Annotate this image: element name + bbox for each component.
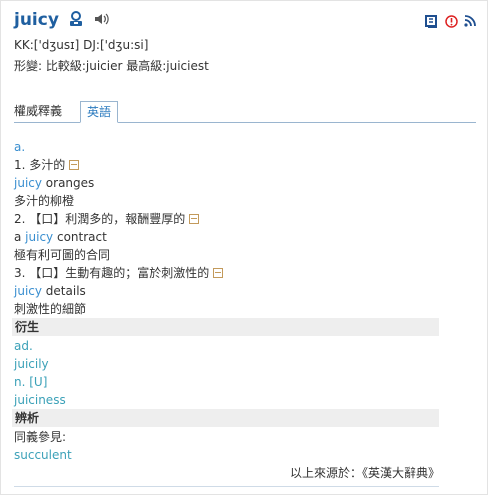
- example-1: juicy oranges: [14, 175, 94, 191]
- definition-2: 2. 【口】利潤多的，報酬豐厚的: [14, 211, 200, 227]
- derivative-pos: n. [U]: [14, 375, 48, 389]
- translation-2: 極有利可圖的合同: [14, 248, 111, 262]
- derivative-word[interactable]: juicily: [14, 356, 49, 372]
- tab-authoritative[interactable]: 權威釋義: [14, 101, 68, 121]
- collapse-icon[interactable]: [69, 159, 80, 170]
- analysis-header: 辨析: [12, 409, 439, 427]
- synonym-label: 同義參見:: [14, 430, 67, 444]
- collapse-icon[interactable]: [213, 267, 224, 278]
- derivative-pos: ad.: [14, 339, 33, 353]
- entry-header: juicy: [14, 10, 109, 30]
- collapse-icon[interactable]: [189, 213, 200, 224]
- person-icon[interactable]: [69, 10, 83, 30]
- headword: juicy: [14, 10, 59, 30]
- example-text: details: [41, 284, 86, 298]
- rss-icon[interactable]: [464, 15, 476, 30]
- definition-1: 1. 多汁的: [14, 157, 80, 173]
- translation-1: 多汁的柳橙: [14, 194, 75, 208]
- synonym-link[interactable]: succulent: [14, 447, 72, 463]
- definition-text: 3. 【口】生動有趣的；富於刺激性的: [14, 266, 210, 280]
- derivatives-header: 衍生: [12, 318, 439, 336]
- speaker-icon[interactable]: [93, 12, 109, 29]
- example-text: oranges: [41, 176, 95, 190]
- wordbook-icon[interactable]: [425, 14, 439, 31]
- derivative-word[interactable]: juiciness: [14, 392, 66, 408]
- toolbar: [425, 14, 476, 31]
- alert-icon[interactable]: [445, 14, 458, 31]
- definition-text: 2. 【口】利潤多的，報酬豐厚的: [14, 212, 186, 226]
- example-keyword[interactable]: juicy: [14, 284, 42, 298]
- source-note: 以上來源於：《英漢大辭典》: [289, 466, 440, 480]
- example-keyword[interactable]: juicy: [14, 176, 42, 190]
- tab-bar: 權威釋義 英語: [14, 100, 476, 123]
- definition-3: 3. 【口】生動有趣的；富於刺激性的: [14, 265, 224, 281]
- example-prefix: a: [14, 230, 26, 244]
- pronunciation: KK:['dʒusɪ] DJ:['dʒu:si]: [14, 38, 149, 52]
- example-2: a juicy contract: [14, 229, 107, 245]
- example-text: contract: [53, 230, 107, 244]
- word-forms: 形變: 比較級:juicier 最高級:juiciest: [14, 59, 209, 73]
- example-keyword[interactable]: juicy: [25, 230, 53, 244]
- translation-3: 刺激性的細節: [14, 302, 87, 316]
- divider: [14, 486, 439, 487]
- part-of-speech: a.: [14, 140, 26, 154]
- example-3: juicy details: [14, 283, 86, 299]
- definition-text: 1. 多汁的: [14, 158, 66, 172]
- tab-english[interactable]: 英語: [80, 101, 119, 123]
